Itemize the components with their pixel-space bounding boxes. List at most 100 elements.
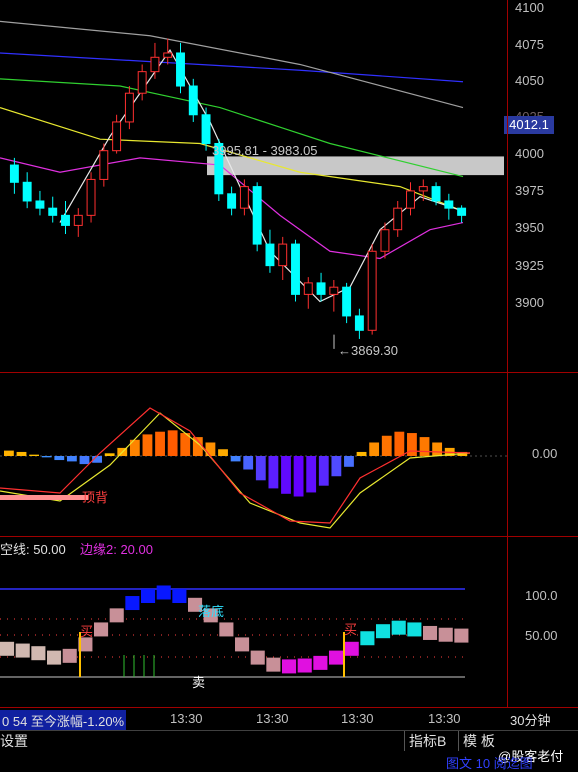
- indicator-bar: [376, 624, 391, 639]
- candle-body: [227, 193, 237, 209]
- price-tick: 4050: [515, 73, 544, 88]
- time-bar: 0 54 至今涨幅-1.20% 13:30 13:30 13:30 13:30 …: [0, 708, 578, 731]
- candle-body: [393, 207, 403, 231]
- indicator-bar: [94, 622, 109, 637]
- indicator-bar: [407, 622, 422, 637]
- macd-bar: [356, 451, 367, 456]
- candle-body: [329, 286, 339, 295]
- candle-body: [137, 71, 147, 94]
- candle-body: [124, 92, 134, 123]
- indicator-bar: [47, 650, 62, 665]
- candle-body: [48, 207, 58, 216]
- candle-body: [252, 186, 262, 245]
- macd-bar: [318, 456, 329, 486]
- macd-bar: [255, 456, 266, 481]
- candle-body: [342, 286, 352, 317]
- candle-body: [99, 150, 109, 180]
- macd-bar: [142, 434, 153, 456]
- macd-pane[interactable]: 顶背: [0, 373, 507, 536]
- candle-body: [291, 243, 300, 295]
- time-label: 13:30: [341, 711, 374, 726]
- indicator-bar: [297, 658, 312, 673]
- divider: [0, 536, 578, 537]
- indicator3-line1-label: 空线: 50.00: [0, 542, 66, 557]
- candle-body: [431, 186, 441, 202]
- ma-gray-line: [0, 20, 464, 109]
- indicator3-line2-label: 边缘2: 20.00: [80, 542, 153, 557]
- candle-body: [239, 186, 249, 209]
- macd-bar: [104, 453, 115, 456]
- macd-chart: [0, 407, 507, 529]
- candle-body: [150, 56, 160, 73]
- price-tick: 3975: [515, 183, 544, 198]
- indicator-bar: [344, 641, 359, 656]
- time-label: 13:30: [428, 711, 461, 726]
- macd-bar: [29, 454, 40, 456]
- macd-bar: [407, 433, 417, 456]
- ma-white-line: [59, 48, 464, 303]
- candle-body: [457, 207, 467, 216]
- candle-body: [201, 114, 211, 145]
- candle-body: [188, 85, 198, 116]
- indicator-bar: [454, 628, 469, 643]
- macd-bar: [230, 456, 241, 462]
- settings-button[interactable]: 设置: [0, 731, 28, 751]
- indicator3-pane[interactable]: 空线: 50.00 边缘2: 20.00 买 买 落底 卖: [0, 537, 507, 707]
- time-label: 13:30: [170, 711, 203, 726]
- macd-bar: [293, 456, 304, 497]
- macd-bar: [66, 456, 77, 462]
- candle-body: [316, 282, 326, 295]
- indicator-bar: [423, 625, 438, 640]
- macd-bar: [218, 449, 228, 456]
- macd-bar: [419, 437, 430, 456]
- candle-body: [22, 181, 32, 202]
- macd-bar: [394, 431, 405, 456]
- price-tick: 4000: [515, 146, 544, 161]
- candle-body: [86, 178, 96, 216]
- level-100-tick: 100.0: [525, 588, 558, 603]
- macd-bar: [281, 456, 291, 494]
- price-chart-pane[interactable]: 3995.81 - 3983.05 ←3869.30: [0, 0, 507, 372]
- indicator-bar: [313, 655, 328, 670]
- macd-bar: [331, 456, 342, 477]
- side-panel-edge[interactable]: [567, 40, 578, 370]
- candle-body: [112, 121, 122, 152]
- indicator-bar: [360, 631, 375, 646]
- level-50-tick: 50.00: [525, 628, 558, 643]
- candle-body: [61, 214, 70, 226]
- indicator-bar: [109, 608, 124, 623]
- candle-body: [418, 186, 428, 192]
- period-button[interactable]: 30分钟: [510, 710, 550, 729]
- divider: [507, 0, 508, 708]
- candle-body: [354, 315, 364, 331]
- range-label: 3995.81 - 3983.05: [212, 143, 318, 158]
- indicator-bar: [141, 589, 156, 603]
- indicator3-chart: [0, 585, 469, 678]
- time-label: 13:30: [256, 711, 289, 726]
- divider: [0, 372, 578, 373]
- indicator-bar: [125, 596, 140, 611]
- template-button[interactable]: 模 板: [458, 731, 495, 751]
- macd-divergence-label: 顶背: [82, 490, 109, 505]
- macd-bar: [381, 435, 392, 456]
- range-band: [207, 156, 504, 176]
- macd-bar: [432, 442, 443, 456]
- period-change-info: 0 54 至今涨幅-1.20%: [0, 710, 127, 731]
- indicator-bar: [391, 620, 406, 635]
- candle-body: [406, 190, 415, 209]
- macd-bar: [243, 456, 254, 470]
- divergence-marker: [0, 495, 88, 500]
- indicator-b-button[interactable]: 指标B: [404, 731, 446, 751]
- indicator-bar: [0, 641, 15, 656]
- macd-zero-tick: 0.00: [532, 446, 558, 461]
- macd-bar: [344, 456, 354, 467]
- indicator-bar: [156, 585, 171, 600]
- price-tick: 3950: [515, 220, 544, 235]
- indicator-bar: [172, 589, 187, 603]
- indicator-bar: [438, 627, 453, 642]
- indicator-bar: [15, 643, 30, 658]
- macd-bar: [155, 431, 165, 456]
- macd-bar: [16, 451, 27, 456]
- indicator-bar: [219, 622, 234, 637]
- macd-bar: [41, 456, 52, 458]
